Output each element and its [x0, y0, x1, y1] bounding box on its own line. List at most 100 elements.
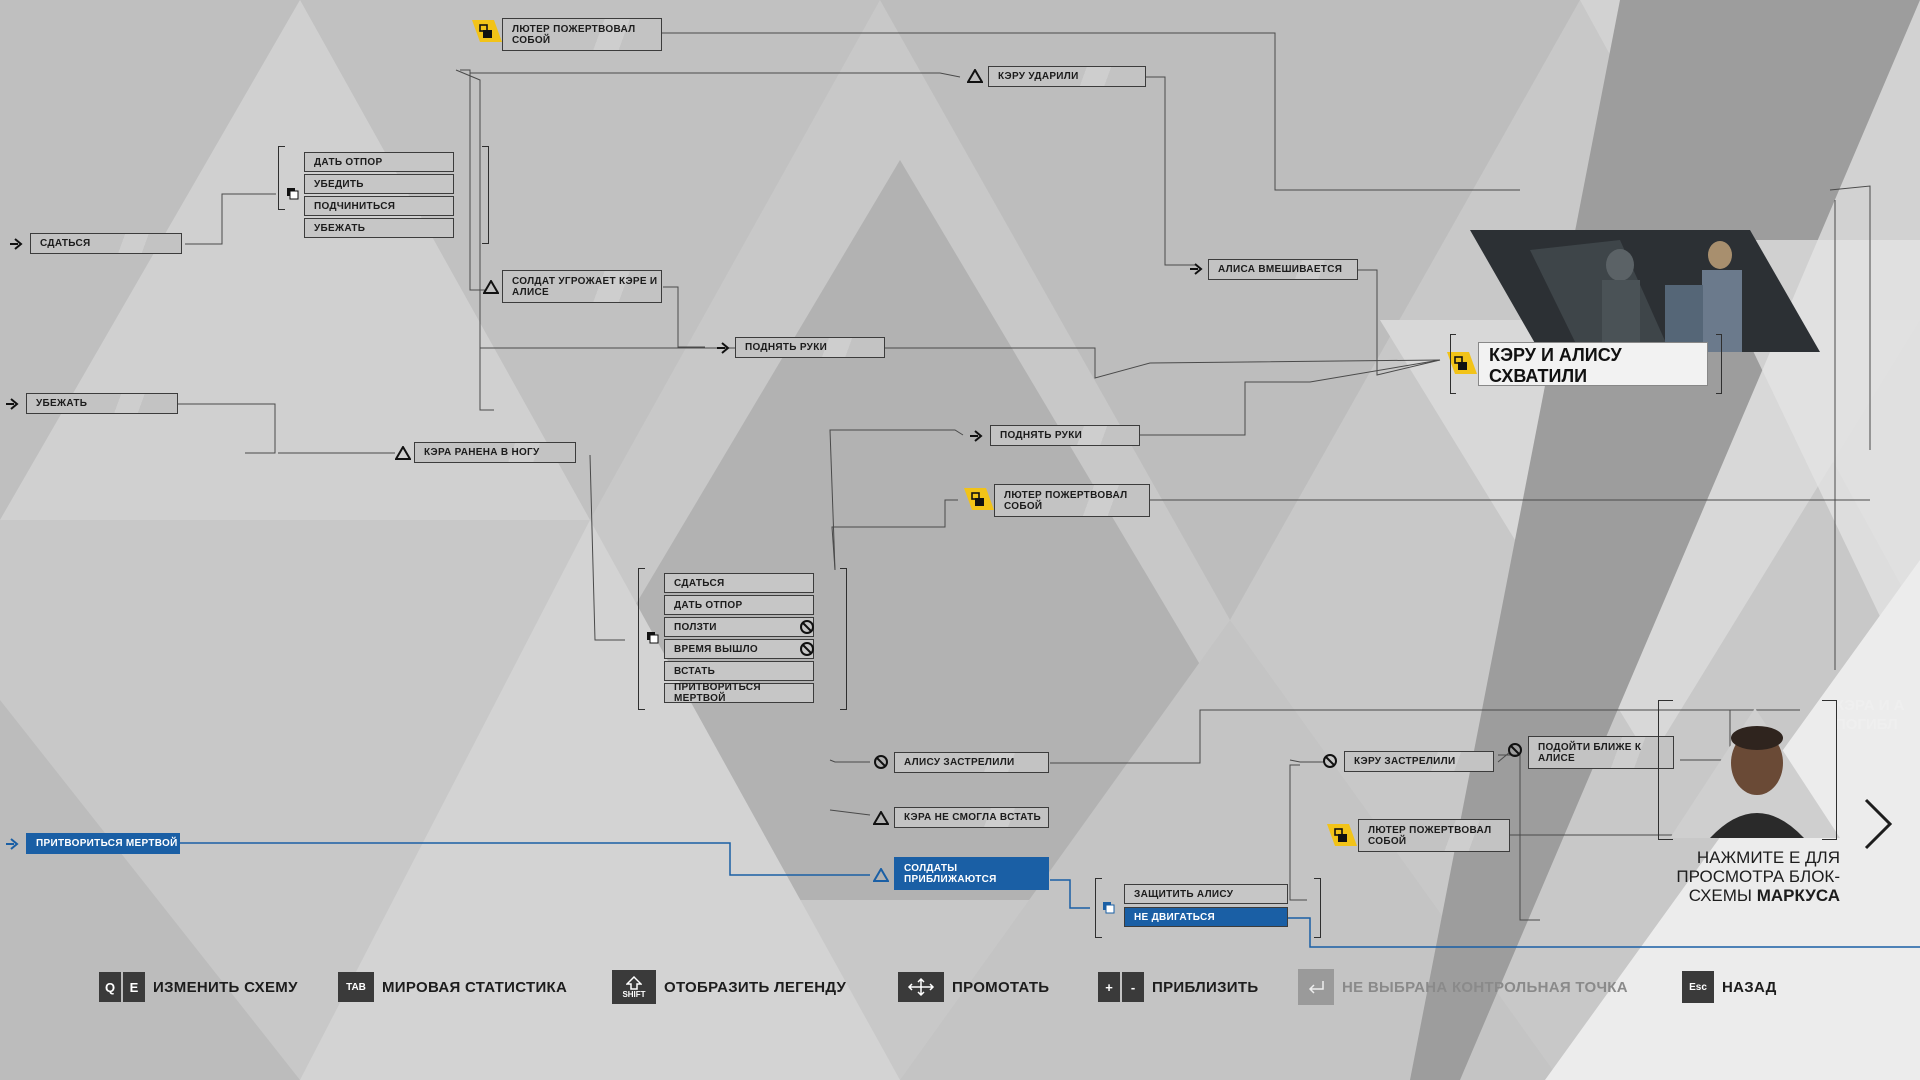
choice-bracket-2-right [840, 568, 847, 710]
choice-option[interactable]: ВРЕМЯ ВЫШЛО [664, 639, 814, 659]
key-q: Q [99, 972, 121, 1002]
choice-bracket-1-right [482, 146, 489, 244]
node-label: ПОДНЯТЬ РУКИ [1000, 430, 1083, 441]
node-label: КЭРА РАНЕНА В НОГУ [424, 447, 540, 458]
choice-icon [644, 630, 662, 646]
hud-show-legend[interactable]: SHIFT ОТОБРАЗИТЬ ЛЕГЕНДУ [612, 970, 846, 1004]
choice-icon-blue [1100, 900, 1118, 916]
choice-option[interactable]: ПОДЧИНИТЬСЯ [304, 196, 454, 216]
choice-bracket-3-right [1314, 878, 1321, 938]
node-kara-hit[interactable]: КЭРУ УДАРИЛИ [988, 66, 1146, 87]
node-kara-alice-died-partial: КЭРА И А ПОГИБЛ [1835, 697, 1905, 733]
node-approach-alice[interactable]: ПОДОЙТИ БЛИЖЕ К АЛИСЕ [1528, 736, 1674, 769]
node-label: ЛЮТЕР ПОЖЕРТВОВАЛ СОБОЙ [1004, 489, 1128, 512]
markus-line-1: НАЖМИТЕ E ДЛЯ [1696, 848, 1840, 867]
node-label: УБЕЖАТЬ [36, 398, 88, 409]
key-tab: TAB [338, 972, 374, 1002]
arrow-icon [8, 236, 26, 252]
node-label: АЛИСА ВМЕШИВАЕТСЯ [1218, 264, 1343, 275]
choice-option[interactable]: ЗАЩИТИТЬ АЛИСУ [1124, 884, 1288, 904]
node-label: ЛЮТЕР ПОЖЕРТВОВАЛ СОБОЙ [512, 23, 636, 46]
choice-option[interactable]: ВСТАТЬ [664, 661, 814, 681]
choice-icon [284, 186, 302, 202]
background-pattern [0, 0, 1920, 1080]
node-kara-alice-captured[interactable]: КЭРУ И АЛИСУ СХВАТИЛИ [1478, 342, 1708, 386]
blocked-icon [872, 754, 890, 770]
markus-portrait [1670, 708, 1840, 838]
zoom-label: ПРИБЛИЗИТЬ [1152, 978, 1259, 996]
markus-line-3: СХЕМЫ [1688, 886, 1752, 905]
key-e: E [123, 972, 145, 1002]
hud-zoom[interactable]: + - ПРИБЛИЗИТЬ [1098, 970, 1258, 1004]
node-kara-leg-wounded[interactable]: КЭРА РАНЕНА В НОГУ [414, 442, 576, 463]
key-minus: - [1122, 972, 1144, 1002]
node-kara-shot[interactable]: КЭРУ ЗАСТРЕЛИЛИ [1344, 751, 1494, 772]
choice-option[interactable]: ПОЛЗТИ [664, 617, 814, 637]
shift-key-label: SHIFT [622, 989, 646, 999]
hud-world-stats[interactable]: TAB МИРОВАЯ СТАТИСТИКА [338, 970, 567, 1004]
ending-bracket [1450, 334, 1456, 394]
node-soldier-threatens[interactable]: СОЛДАТ УГРОЖАЕТ КЭРЕ И АЛИСЕ [502, 270, 662, 303]
warning-triangle-icon [482, 279, 500, 295]
zoom-keys: + - [1098, 972, 1144, 1002]
node-luther-sacrificed-3[interactable]: ЛЮТЕР ПОЖЕРТВОВАЛ СОБОЙ [1358, 819, 1510, 852]
node-label: АЛИСУ ЗАСТРЕЛИЛИ [904, 757, 1015, 768]
node-alice-shot[interactable]: АЛИСУ ЗАСТРЕЛИЛИ [894, 752, 1049, 773]
world-stats-label: МИРОВАЯ СТАТИСТИКА [382, 978, 568, 996]
scroll-label: ПРОМОТАТЬ [952, 978, 1050, 996]
choice-option[interactable]: УБЕДИТЬ [304, 174, 454, 194]
markus-bracket [1658, 700, 1673, 840]
node-raise-hands-1[interactable]: ПОДНЯТЬ РУКИ [735, 337, 885, 358]
arrow-icon [715, 340, 733, 356]
node-raise-hands-2[interactable]: ПОДНЯТЬ РУКИ [990, 425, 1140, 446]
node-label: СДАТЬСЯ [40, 238, 91, 249]
node-label: КЭРУ УДАРИЛИ [998, 71, 1079, 82]
node-label: ЛЮТЕР ПОЖЕРТВОВАЛ СОБОЙ [1368, 824, 1492, 847]
node-run-away[interactable]: УБЕЖАТЬ [26, 393, 178, 414]
markus-prompt[interactable]: НАЖМИТЕ E ДЛЯ ПРОСМОТРА БЛОК- СХЕМЫ МАРК… [1640, 848, 1840, 905]
shift-key-icon: SHIFT [612, 970, 656, 1004]
blocked-icon [1506, 742, 1524, 758]
choice-option[interactable]: ДАТЬ ОТПОР [304, 152, 454, 172]
node-luther-sacrificed-2[interactable]: ЛЮТЕР ПОЖЕРТВОВАЛ СОБОЙ [994, 484, 1150, 517]
ending-thumbnail [1470, 230, 1820, 352]
lock-icon [1327, 824, 1357, 846]
warning-triangle-icon [966, 68, 984, 84]
node-label: КЭРА НЕ СМОГЛА ВСТАТЬ [904, 812, 1042, 823]
warning-triangle-icon-blue [872, 867, 890, 883]
warning-triangle-icon [394, 445, 412, 461]
node-soldiers-approach[interactable]: СОЛДАТЫ ПРИБЛИЖАЮТСЯ [894, 857, 1049, 890]
checkpoint-label: НЕ ВЫБРАНА КОНТРОЛЬНАЯ ТОЧКА [1342, 978, 1628, 996]
arrow-icon [968, 428, 986, 444]
node-surrender[interactable]: СДАТЬСЯ [30, 233, 182, 254]
choice-option[interactable]: ДАТЬ ОТПОР [664, 595, 814, 615]
arrow-icon-blue [4, 836, 22, 852]
choice-option[interactable]: ПРИТВОРИТЬСЯ МЕРТВОЙ [664, 682, 814, 704]
choice-option-selected[interactable]: НЕ ДВИГАТЬСЯ [1124, 907, 1288, 927]
hud-checkpoint: НЕ ВЫБРАНА КОНТРОЛЬНАЯ ТОЧКА [1298, 969, 1628, 1005]
markus-line-2: ПРОСМОТРА БЛОК- [1676, 867, 1840, 886]
node-luther-sacrificed-1[interactable]: ЛЮТЕР ПОЖЕРТВОВАЛ СОБОЙ [502, 18, 662, 51]
chevron-right-icon[interactable] [1862, 796, 1896, 852]
node-label: ПОДНЯТЬ РУКИ [745, 342, 828, 353]
node-alice-intervenes[interactable]: АЛИСА ВМЕШИВАЕТСЯ [1208, 259, 1358, 280]
hud-back[interactable]: Esc НАЗАД [1682, 970, 1777, 1004]
change-scheme-label: ИЗМЕНИТЬ СХЕМУ [153, 978, 298, 996]
hud-change-scheme[interactable]: Q E ИЗМЕНИТЬ СХЕМУ [99, 970, 298, 1004]
choice-option[interactable]: УБЕЖАТЬ [304, 218, 454, 238]
markus-bracket-right [1822, 700, 1837, 840]
arrow-icon [4, 396, 22, 412]
q-e-keys: Q E [99, 972, 145, 1002]
ending-bracket-right [1716, 334, 1722, 394]
blocked-icon [798, 641, 816, 657]
lock-icon [964, 488, 994, 510]
node-play-dead[interactable]: ПРИТВОРИТЬСЯ МЕРТВОЙ [26, 833, 180, 854]
node-label: ПРИТВОРИТЬСЯ МЕРТВОЙ [36, 838, 178, 849]
node-label: СОЛДАТЫ ПРИБЛИЖАЮТСЯ [904, 862, 997, 885]
node-kara-couldnt-stand[interactable]: КЭРА НЕ СМОГЛА ВСТАТЬ [894, 807, 1049, 828]
choice-option[interactable]: СДАТЬСЯ [664, 573, 814, 593]
ending-label: КЭРУ И АЛИСУ СХВАТИЛИ [1489, 345, 1622, 386]
node-label: СОЛДАТ УГРОЖАЕТ КЭРЕ И АЛИСЕ [512, 275, 658, 298]
markus-name: МАРКУСА [1756, 886, 1840, 905]
hud-scroll[interactable]: ПРОМОТАТЬ [898, 970, 1049, 1004]
